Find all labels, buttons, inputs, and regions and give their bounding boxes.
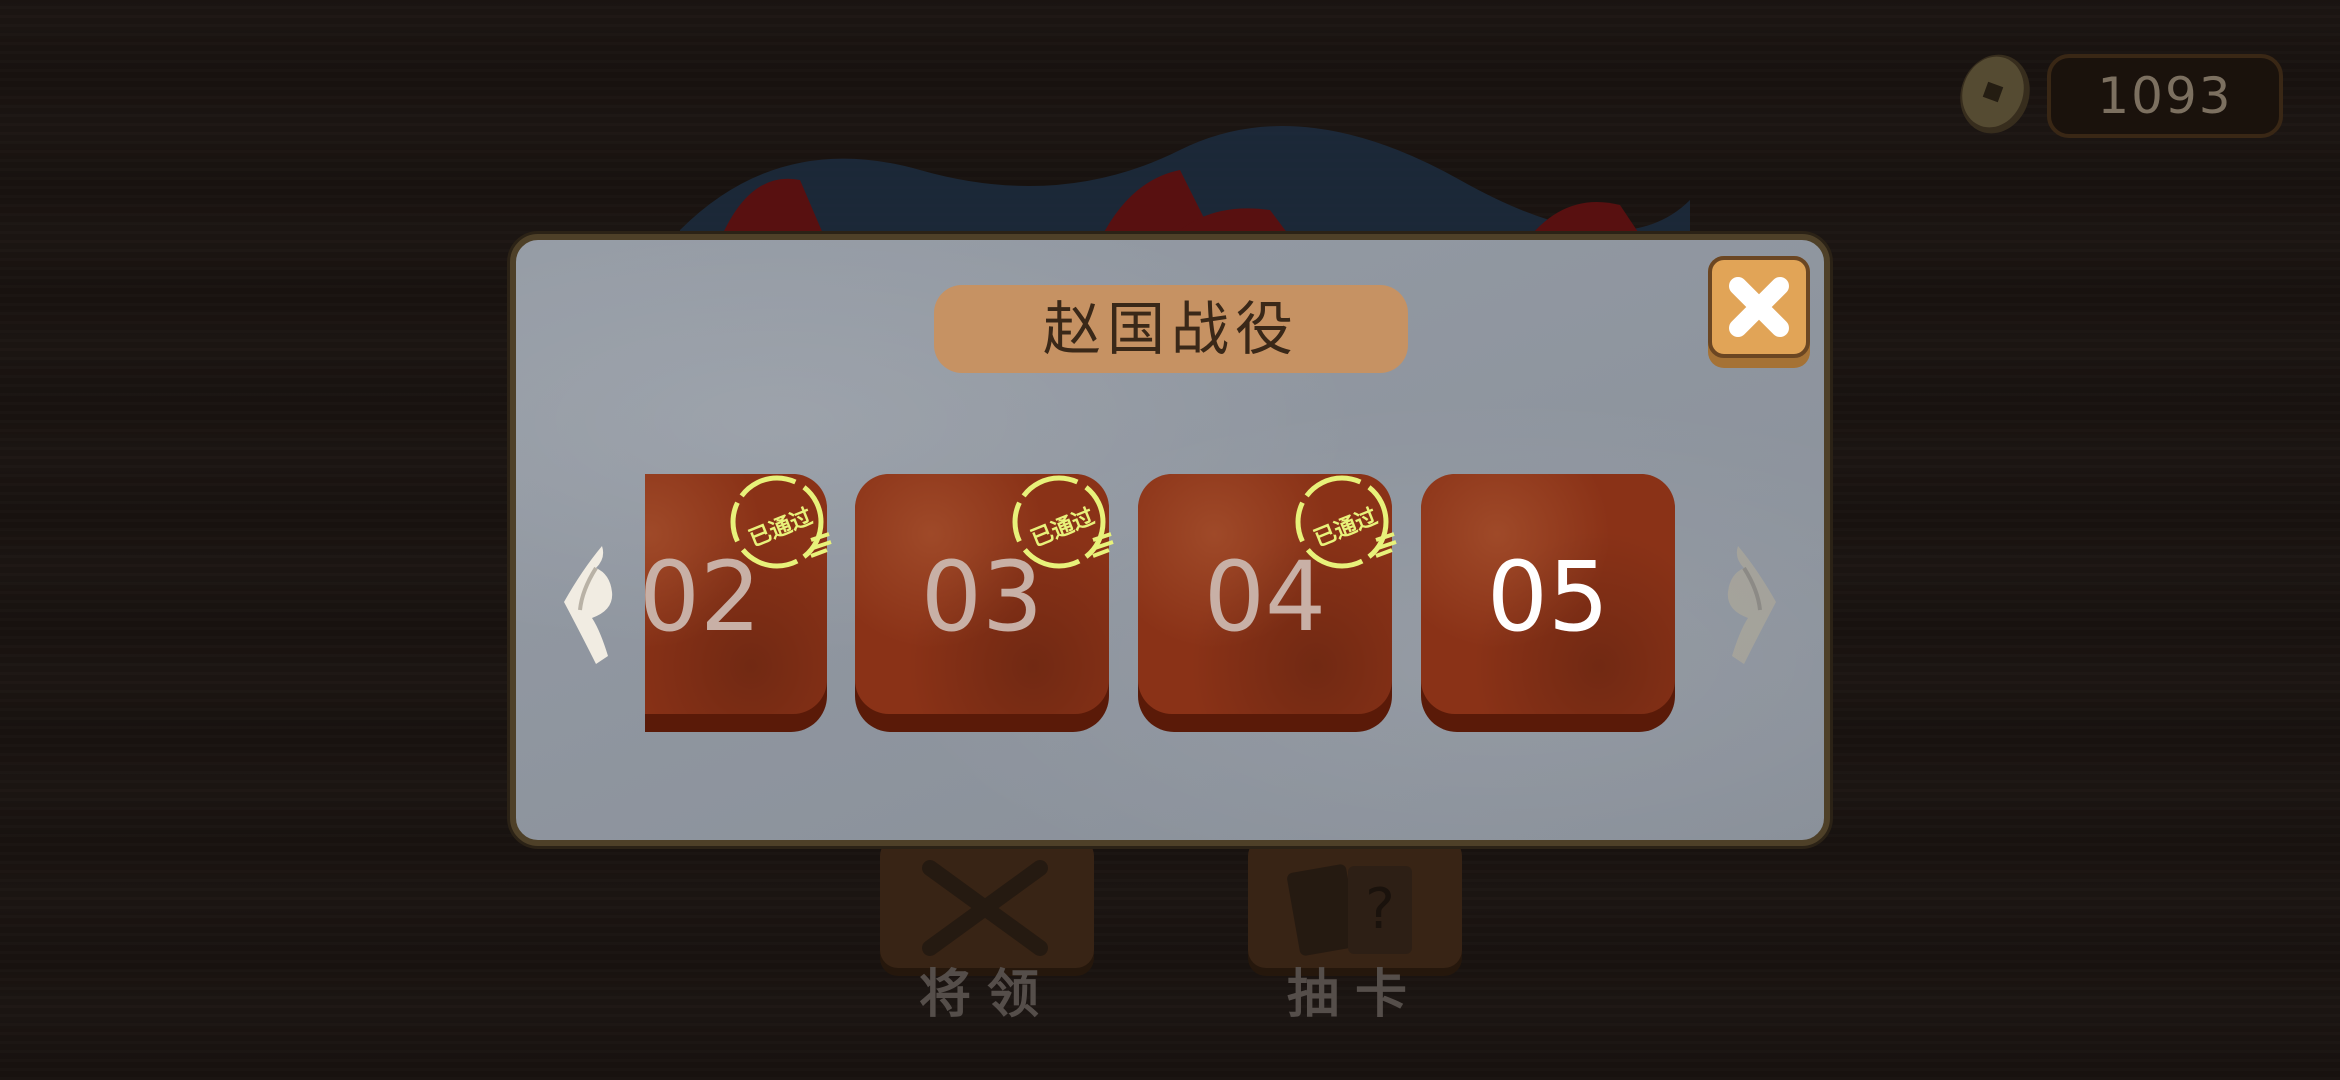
close-x-icon <box>1729 277 1789 337</box>
next-levels-arrow[interactable] <box>1718 540 1788 670</box>
campaign-title: 赵国战役 <box>934 285 1408 373</box>
passed-stamp: 已通过 <box>1290 470 1400 580</box>
previous-levels-arrow[interactable] <box>552 540 622 670</box>
passed-stamp: 已通过 <box>1007 470 1117 580</box>
level-number: 05 <box>1486 541 1610 653</box>
level-carousel: 02 03 04 05 已通过 已通过 已通过 <box>645 470 1685 740</box>
close-button[interactable] <box>1708 256 1810 368</box>
passed-stamp: 已通过 <box>725 470 835 580</box>
level-tile-current[interactable]: 05 <box>1421 474 1675 732</box>
